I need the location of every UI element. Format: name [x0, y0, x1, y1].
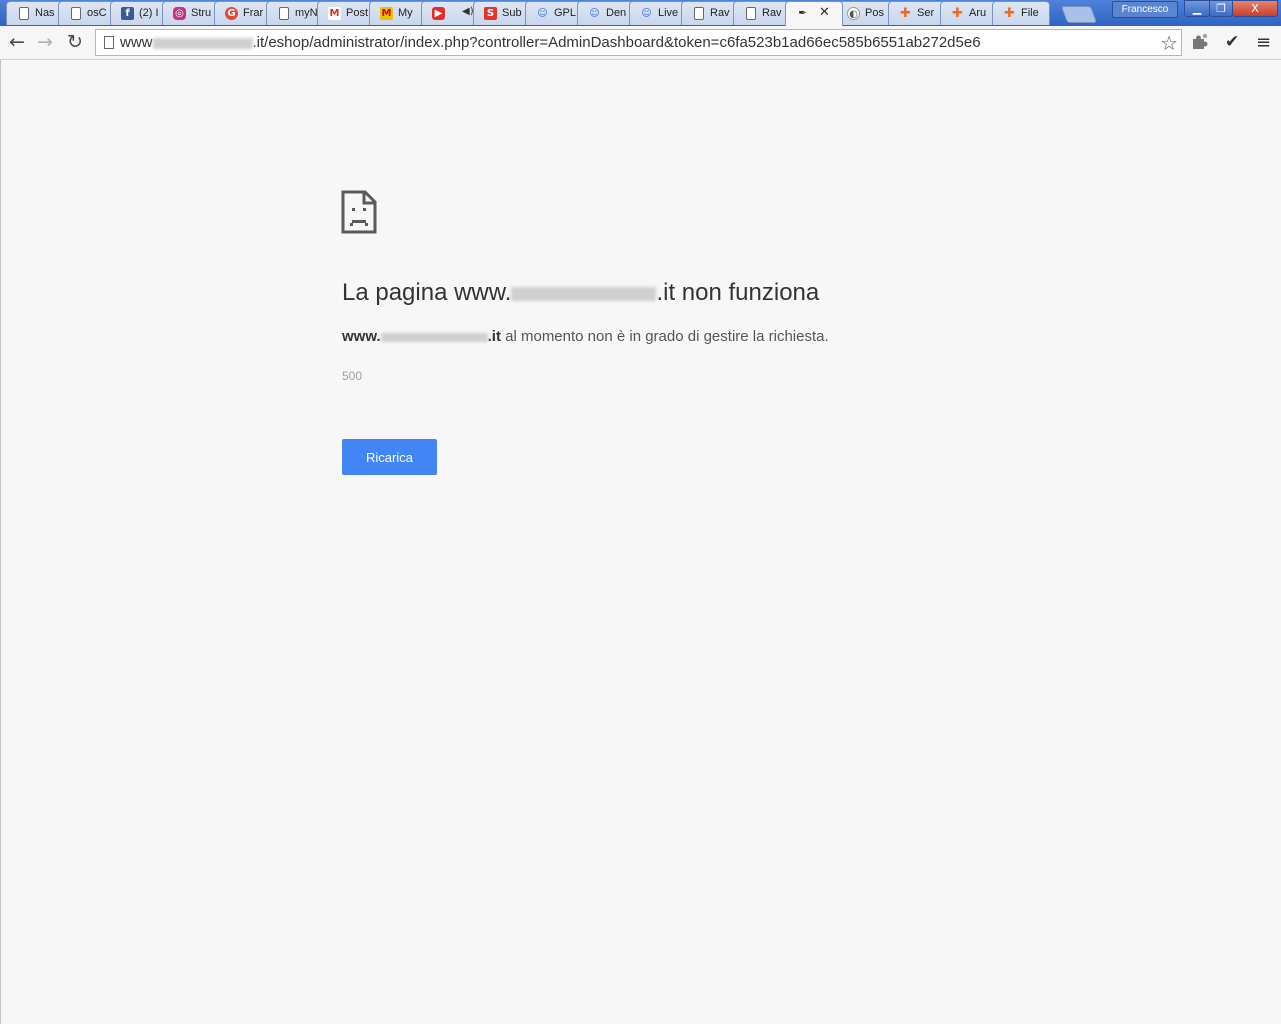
- tab-label: Rav: [762, 7, 782, 19]
- pokeball-icon: ◐: [847, 7, 860, 20]
- tab[interactable]: ◎ Stru: [162, 1, 220, 25]
- subtitles-icon: S: [484, 7, 497, 20]
- tab-label: Ser: [917, 7, 935, 19]
- tab-label: Aru: [969, 7, 987, 19]
- tab-label: My: [398, 7, 413, 19]
- tab[interactable]: f (2) I: [110, 1, 168, 25]
- error-host: www. .it: [342, 328, 501, 345]
- tab[interactable]: ✚ File: [992, 1, 1050, 25]
- tab[interactable]: myN: [266, 1, 324, 25]
- tab[interactable]: S Sub: [473, 1, 531, 25]
- forward-icon[interactable]: →: [37, 31, 53, 53]
- error-host-prefix: www.: [342, 328, 381, 345]
- my-m-icon: M: [380, 7, 393, 20]
- page-content: La pagina www. .it non funziona www. .it a…: [0, 60, 1281, 1024]
- close-window-button[interactable]: X: [1232, 0, 1278, 17]
- aruba-icon: ✚: [900, 6, 911, 21]
- tab-label: Den: [606, 7, 627, 19]
- page-icon: [71, 7, 81, 20]
- tab-audio-icon[interactable]: ◀): [462, 6, 474, 17]
- tab-label: File: [1021, 7, 1039, 19]
- tab[interactable]: ☺ Den: [577, 1, 635, 25]
- error-title-prefix: La pagina www.: [342, 279, 512, 306]
- new-tab-button[interactable]: [1060, 6, 1098, 23]
- tab-label: (2) I: [139, 7, 159, 19]
- cat-icon: ☺: [537, 8, 548, 19]
- tab-close-icon[interactable]: ✕: [819, 5, 830, 20]
- tab-label: Post: [346, 7, 369, 19]
- tab[interactable]: G Frar: [214, 1, 272, 25]
- page-icon: [694, 7, 704, 20]
- tab[interactable]: osC: [58, 1, 116, 25]
- error-code: 500: [342, 369, 363, 383]
- tab[interactable]: ✚ Aru: [940, 1, 998, 25]
- url-prefix: www: [120, 34, 153, 51]
- reload-icon[interactable]: ↻: [67, 31, 83, 53]
- error-description-text: al momento non è in grado di gestire la …: [500, 328, 829, 345]
- reload-button[interactable]: Ricarica: [342, 439, 437, 475]
- tab[interactable]: ▶ ◀): [421, 1, 479, 25]
- redacted-domain: [511, 286, 657, 301]
- tab-label: Rav: [710, 7, 730, 19]
- sad-document-icon: [341, 190, 377, 234]
- cat-icon: ☺: [589, 8, 600, 19]
- error-host-suffix: .it: [487, 328, 501, 345]
- tab-label: Frar: [243, 7, 264, 19]
- extension-check-icon[interactable]: ✔: [1225, 32, 1239, 52]
- pen-icon: ✒: [798, 8, 807, 19]
- browser-toolbar: ← → ↻ www .it/eshop/administrator/index.p…: [0, 26, 1281, 60]
- url-text[interactable]: www .it/eshop/administrator/index.php?con…: [120, 34, 981, 51]
- extension-puzzle-icon[interactable]: [1190, 32, 1210, 52]
- page-icon: [746, 7, 756, 20]
- google-plus-icon: G: [225, 7, 238, 20]
- title-bar: Nas osC f (2) I ◎ Stru G Frar myN M Post M My ▶ ◀) S Sub…: [0, 0, 1281, 26]
- tab[interactable]: M Post: [317, 1, 375, 25]
- url-suffix: .it/eshop/administrator/index.php?contro…: [252, 34, 981, 51]
- tab[interactable]: Rav: [733, 1, 791, 25]
- page-icon: [104, 36, 114, 49]
- tab-label: Nas: [35, 7, 55, 19]
- tab-label: osC: [87, 7, 107, 19]
- tab-label: GPL: [554, 7, 577, 19]
- tab[interactable]: ◐ Pos: [836, 1, 894, 25]
- error-title-suffix: .it non funziona: [656, 279, 820, 306]
- back-icon[interactable]: ←: [9, 31, 25, 53]
- bookmark-star-icon[interactable]: ☆: [1160, 31, 1178, 55]
- aruba-icon: ✚: [1004, 6, 1015, 21]
- tab[interactable]: ☺ Live: [629, 1, 687, 25]
- tab-label: Stru: [191, 7, 212, 19]
- page-icon: [19, 7, 29, 20]
- tab[interactable]: ✚ Ser: [888, 1, 946, 25]
- maximize-button[interactable]: ❐: [1209, 0, 1233, 17]
- tab-label: Sub: [502, 7, 522, 19]
- menu-icon[interactable]: ≡: [1256, 32, 1271, 53]
- facebook-icon: f: [121, 7, 134, 20]
- page-icon: [279, 7, 289, 20]
- tab[interactable]: Nas: [6, 1, 64, 25]
- minimize-button[interactable]: ▁: [1184, 0, 1210, 17]
- tab-active[interactable]: ✒ ✕: [785, 1, 843, 26]
- redacted-domain: [152, 37, 253, 49]
- tab-label: Live: [658, 7, 679, 19]
- youtube-icon: ▶: [432, 7, 445, 20]
- error-title: La pagina www. .it non funziona: [342, 279, 819, 307]
- cat-icon: ☺: [641, 8, 652, 19]
- instagram-icon: ◎: [173, 7, 186, 20]
- redacted-domain: [380, 332, 488, 342]
- profile-button[interactable]: Francesco: [1112, 1, 1178, 18]
- tab-label: Pos: [865, 7, 884, 19]
- tab[interactable]: M My: [369, 1, 427, 25]
- error-description: www. .it al momento non è in grado di ges…: [342, 328, 829, 345]
- aruba-icon: ✚: [952, 6, 963, 21]
- tab-label: myN: [295, 7, 318, 19]
- address-bar[interactable]: www .it/eshop/administrator/index.php?con…: [95, 29, 1182, 56]
- tab[interactable]: Rav: [681, 1, 739, 25]
- tab[interactable]: ☺ GPL: [525, 1, 583, 25]
- gmail-icon: M: [328, 7, 341, 20]
